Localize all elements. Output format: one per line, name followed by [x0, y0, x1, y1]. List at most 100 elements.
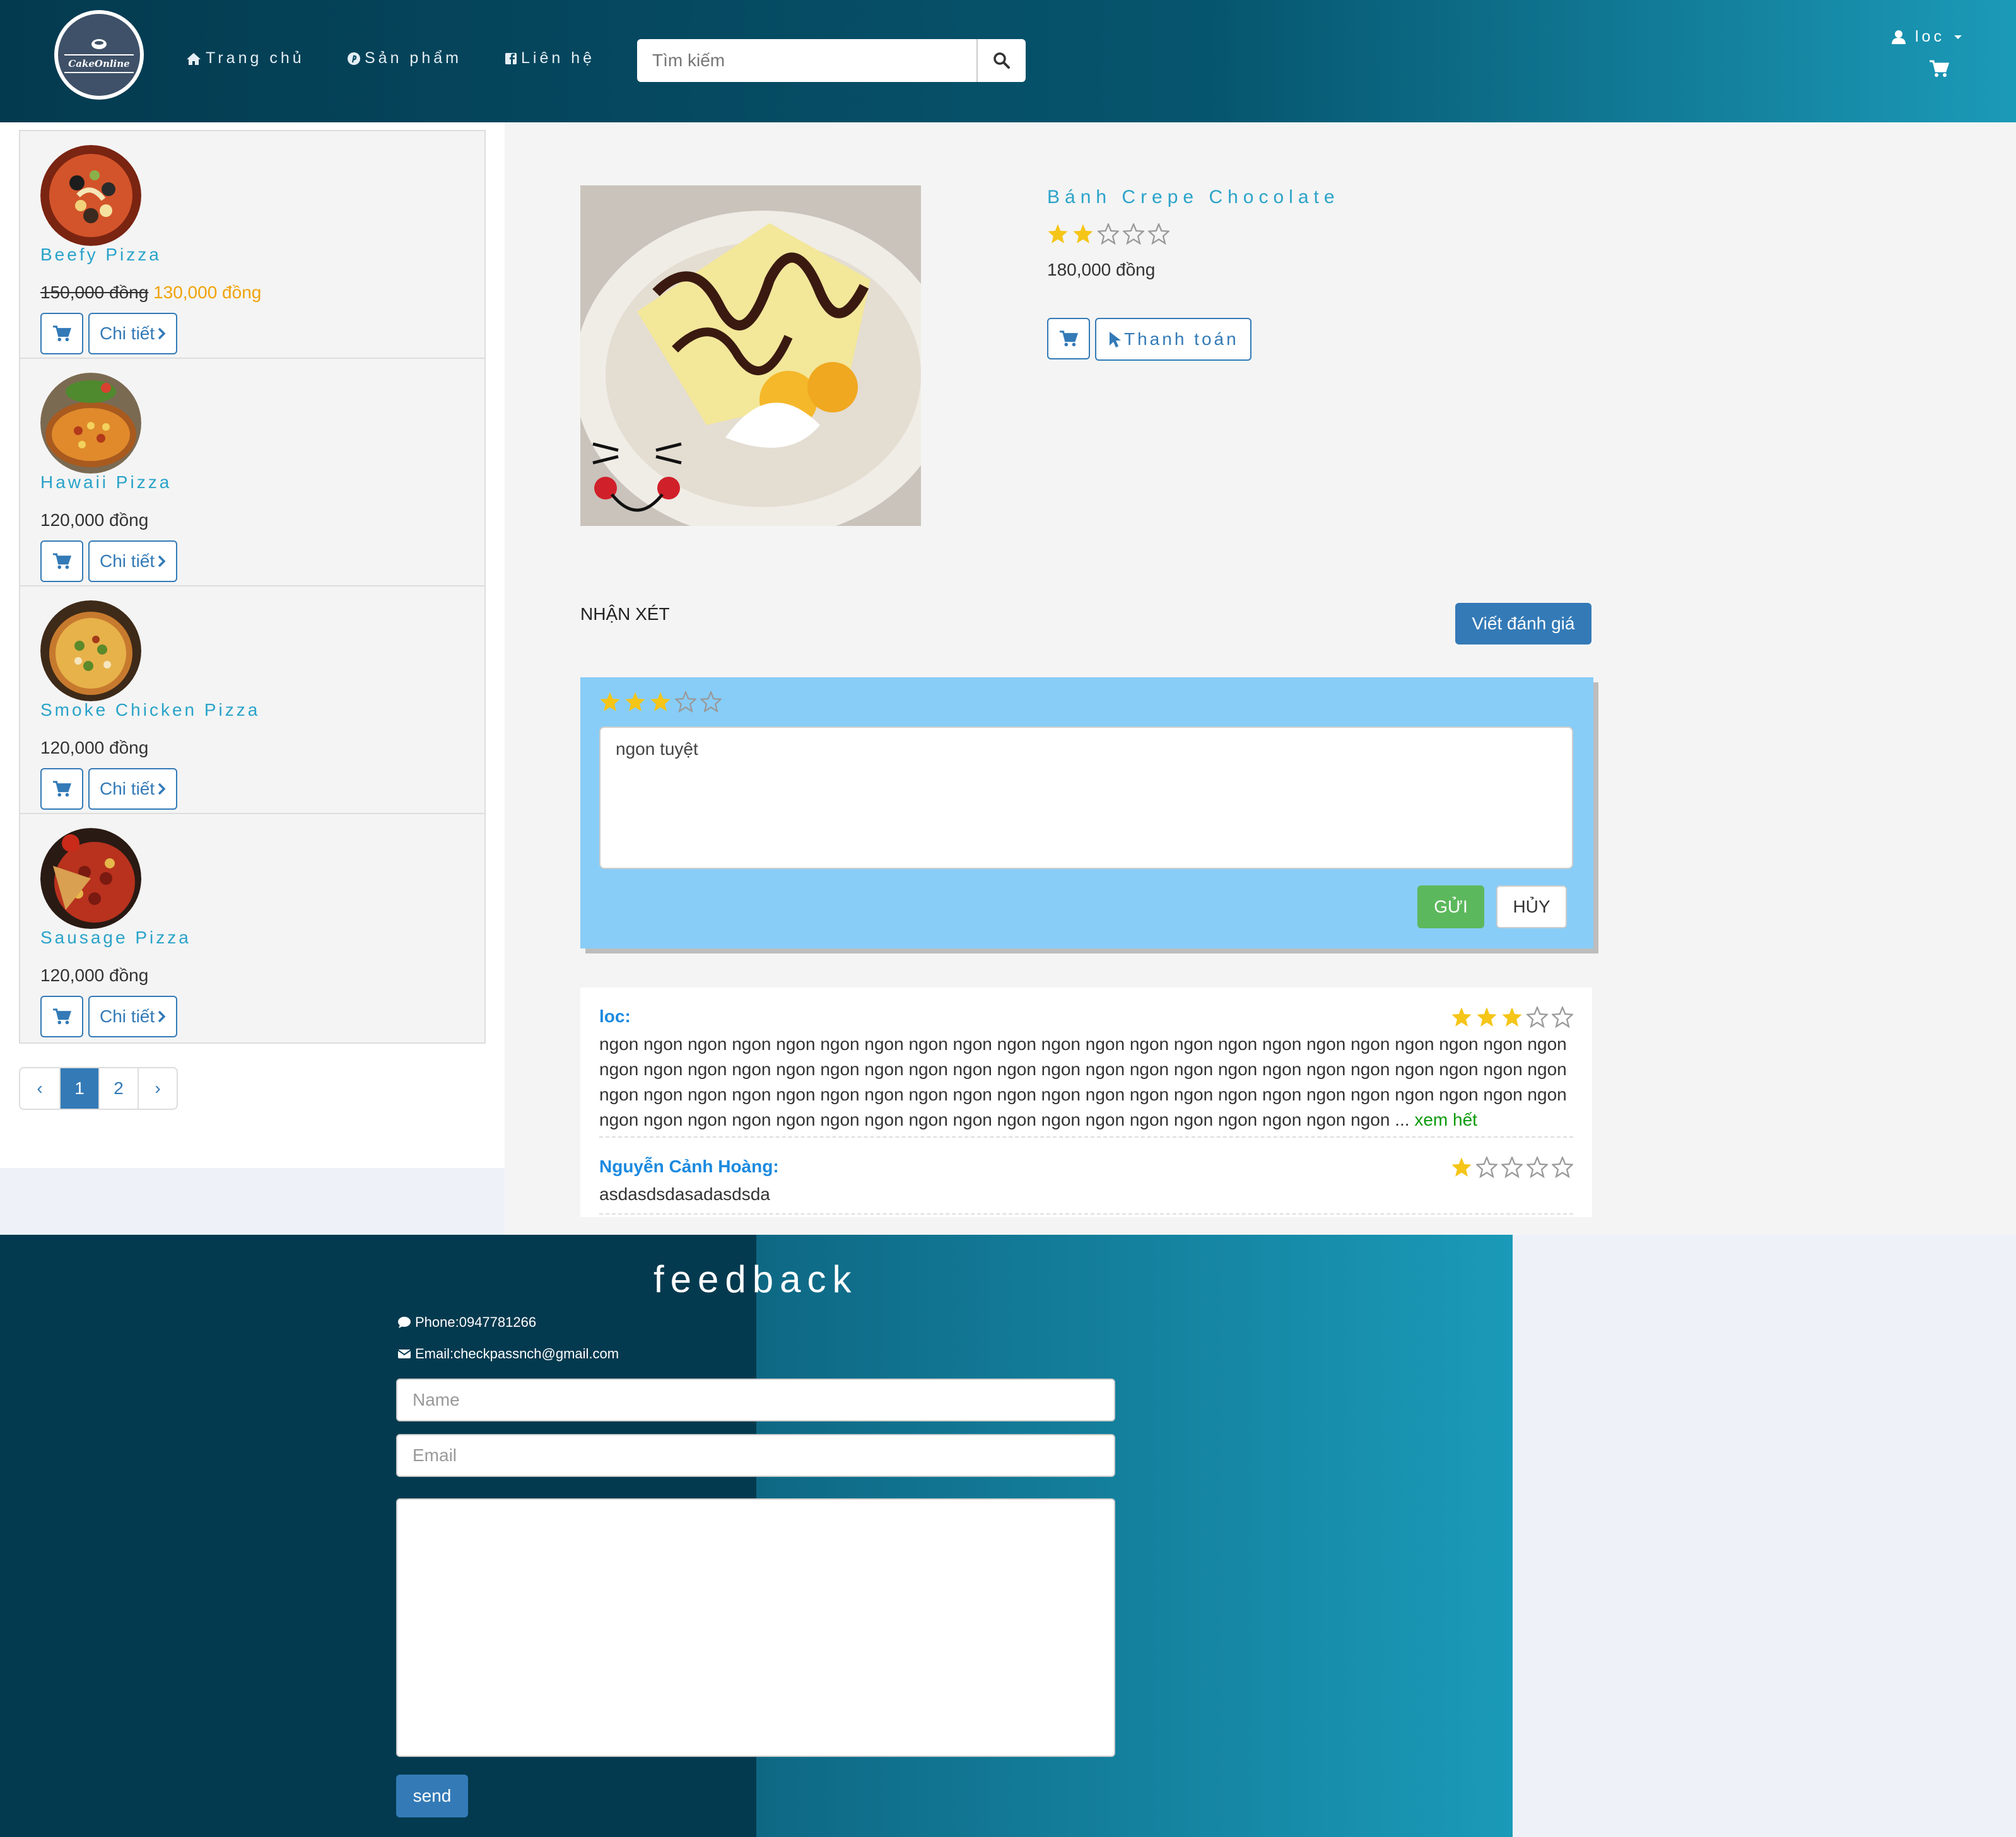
pagination: ‹ 1 2 › [19, 1067, 178, 1110]
price: 120,000 đồng [40, 738, 149, 757]
user-menu[interactable]: loc [1891, 28, 1962, 46]
add-to-cart-button[interactable] [40, 996, 83, 1037]
read-more-link[interactable]: xem hết [1414, 1110, 1477, 1129]
page-2[interactable]: 2 [98, 1068, 138, 1109]
search-icon [993, 52, 1010, 69]
feedback-message-textarea[interactable] [396, 1498, 1115, 1757]
navbar: CakeOnline Trang chủ Sản phẩm Liên hệ lo… [0, 0, 2016, 122]
chevron-right-icon [158, 1010, 166, 1023]
star-empty-icon [700, 691, 722, 713]
star-empty-icon [1476, 1157, 1497, 1178]
submit-review-button[interactable]: GỬI [1417, 885, 1484, 928]
detail-button[interactable]: Chi tiết [88, 313, 178, 354]
envelope-icon [397, 1350, 411, 1358]
star-empty-icon [1527, 1157, 1548, 1178]
product-price: 120,000 đồng [40, 965, 148, 986]
feedback-name-input[interactable]: Name [396, 1379, 1115, 1421]
star-filled-icon [600, 692, 620, 711]
product-thumbnail[interactable] [40, 373, 141, 474]
review-textarea[interactable]: ngon tuyệt [599, 726, 1573, 869]
nav-contact[interactable]: Liên hệ [505, 49, 595, 67]
home-icon [187, 52, 201, 65]
cart-icon [53, 553, 71, 569]
add-to-cart-button[interactable] [40, 768, 83, 810]
sidebar: Beefy Pizza 150,000 đồng 130,000 đồng Ch… [0, 122, 505, 1168]
add-to-cart-button[interactable] [40, 313, 83, 354]
nav-products[interactable]: Sản phẩm [347, 49, 462, 67]
reviews-heading: NHẬN XÉT [580, 604, 670, 624]
feedback-email-input[interactable]: Email [396, 1434, 1115, 1477]
product-price: 120,000 đồng [40, 510, 148, 530]
review-author: loc: [599, 1006, 631, 1026]
search-input[interactable] [637, 39, 976, 82]
product-thumbnail[interactable] [40, 600, 141, 701]
product-name[interactable]: Smoke Chicken Pizza [40, 700, 260, 720]
add-to-cart-button[interactable] [40, 540, 83, 582]
page-next[interactable]: › [138, 1068, 177, 1109]
checkout-button[interactable]: Thanh toán [1095, 318, 1251, 361]
list-item: Beefy Pizza 150,000 đồng 130,000 đồng Ch… [20, 131, 484, 359]
star-empty-icon [1098, 223, 1119, 245]
email-text: Email:checkpassnch@gmail.com [415, 1346, 619, 1362]
logo[interactable]: CakeOnline [54, 10, 144, 100]
detail-label: Chi tiết [100, 324, 155, 343]
product-image [580, 185, 921, 526]
star-filled-icon [1451, 1157, 1472, 1177]
review-rating [1451, 1006, 1573, 1028]
review-rating-input[interactable] [599, 691, 722, 713]
feedback-phone: Phone:0947781266 [397, 1314, 536, 1331]
old-price: 150,000 đồng [40, 283, 149, 302]
comment-icon [398, 1317, 411, 1328]
product-name[interactable]: Beefy Pizza [40, 245, 161, 265]
sale-price: 130,000 đồng [153, 283, 262, 302]
page-1[interactable]: 1 [59, 1068, 98, 1109]
star-empty-icon [1527, 1006, 1548, 1028]
nav-home[interactable]: Trang chủ [185, 49, 305, 67]
write-review-button[interactable]: Viết đánh giá [1455, 603, 1591, 644]
product-price: 180,000 đồng [1047, 260, 1156, 279]
detail-label: Chi tiết [100, 1006, 155, 1026]
product-thumbnail[interactable] [40, 145, 141, 246]
cart-button[interactable] [1929, 59, 1949, 78]
cart-icon [53, 325, 71, 342]
search-button[interactable] [976, 39, 1026, 82]
detail-label: Chi tiết [100, 551, 155, 571]
feedback-send-button[interactable]: send [396, 1775, 468, 1817]
pointer-icon [1110, 332, 1121, 347]
feedback-title: feedback [653, 1258, 858, 1300]
cart-icon [53, 1008, 71, 1025]
page-prev[interactable]: ‹ [20, 1068, 59, 1109]
star-empty-icon [1501, 1157, 1523, 1178]
star-filled-icon [650, 692, 671, 711]
detail-button[interactable]: Chi tiết [88, 996, 178, 1037]
pinterest-icon [348, 52, 360, 65]
detail-button[interactable]: Chi tiết [88, 768, 178, 810]
cancel-review-button[interactable]: HỦY [1496, 885, 1567, 928]
product-rating [1047, 223, 1169, 245]
star-filled-icon [1477, 1007, 1497, 1027]
price: 120,000 đồng [40, 965, 149, 985]
phone-text: Phone:0947781266 [415, 1314, 537, 1330]
detail-label: Chi tiết [100, 779, 155, 798]
facebook-icon [505, 52, 517, 64]
review-item: Nguyễn Cảnh Hoàng: asdasdsdasadasdsda [599, 1138, 1573, 1215]
user-name: loc [1915, 28, 1945, 45]
review-author: Nguyễn Cảnh Hoàng: [599, 1157, 779, 1176]
cake-icon [91, 39, 107, 49]
review-list: loc: ngon ngon ngon ngon ngon ngon ngon … [580, 988, 1592, 1217]
star-empty-icon [1148, 223, 1169, 245]
product-name[interactable]: Hawaii Pizza [40, 472, 172, 493]
review-text: ngon ngon ngon ngon ngon ngon ngon ngon … [599, 1032, 1573, 1133]
star-filled-icon [1073, 224, 1093, 243]
add-to-cart-button[interactable] [1047, 318, 1090, 359]
footer-right-blank [1513, 1235, 2016, 1837]
chevron-right-icon [158, 327, 166, 340]
product-name[interactable]: Sausage Pizza [40, 928, 191, 948]
star-filled-icon [1502, 1007, 1522, 1027]
detail-button[interactable]: Chi tiết [88, 540, 178, 582]
star-empty-icon [1552, 1006, 1573, 1028]
list-item: Hawaii Pizza 120,000 đồng Chi tiết [20, 359, 484, 586]
product-thumbnail[interactable] [40, 828, 141, 929]
nav-products-label: Sản phẩm [365, 49, 462, 67]
caret-down-icon [1954, 35, 1962, 39]
